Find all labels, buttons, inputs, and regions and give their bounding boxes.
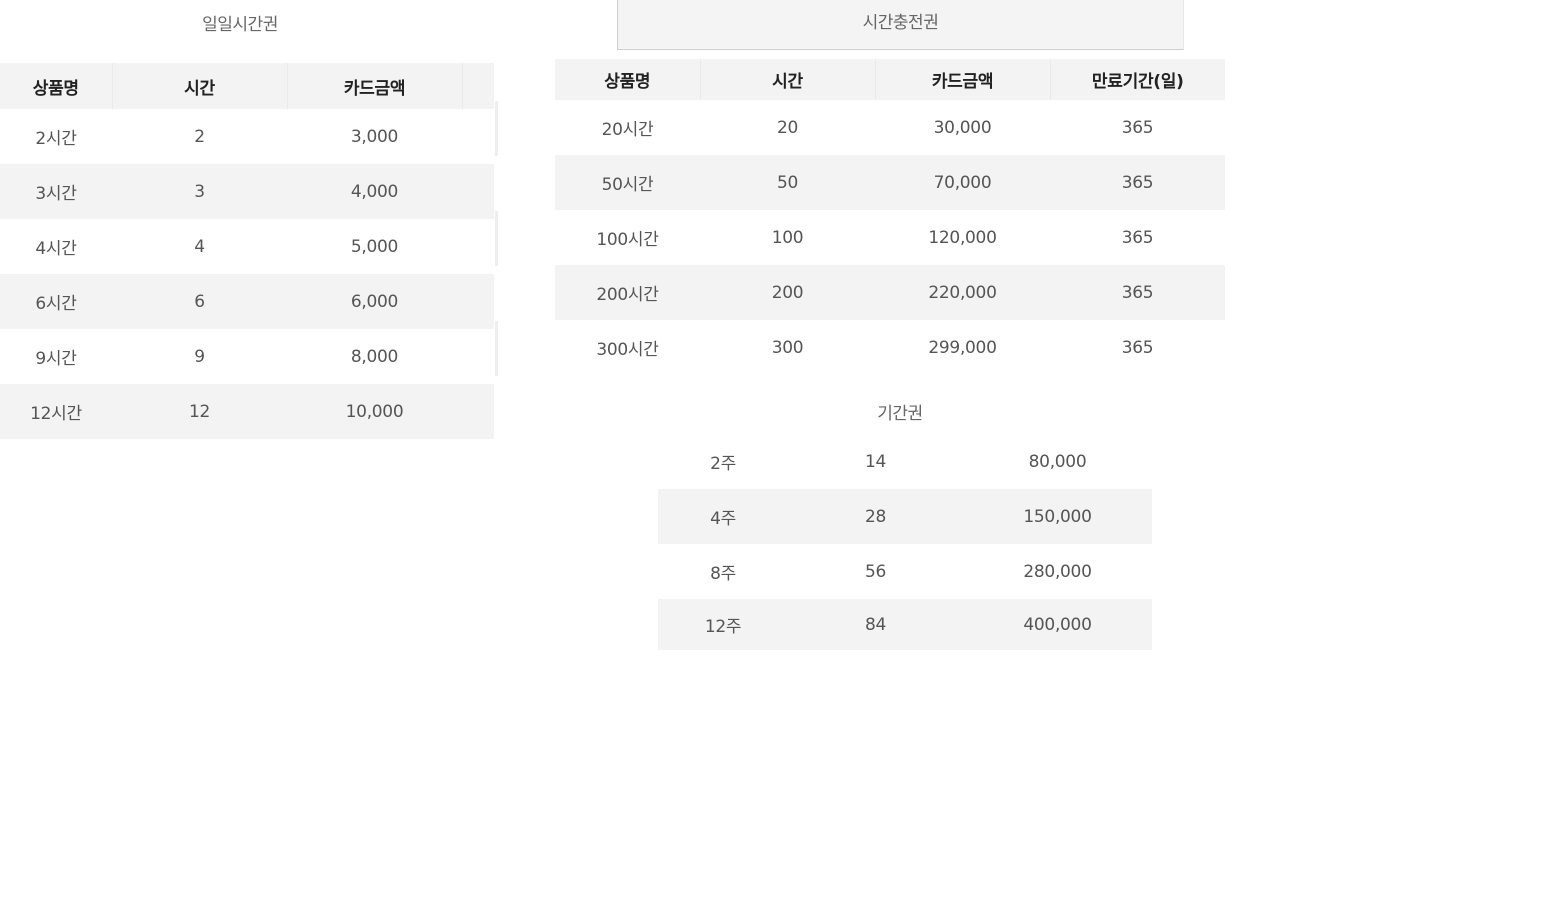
cell-time: 6 — [112, 274, 287, 329]
table-row: 6시간 6 6,000 — [0, 274, 494, 329]
cell-days: 56 — [864, 561, 887, 582]
column-header-product: 상품명 — [0, 63, 113, 109]
cell-card-price: 220,000 — [875, 265, 1050, 320]
cell-time: 100 — [771, 227, 804, 248]
cell-time: 300 — [771, 337, 804, 358]
cell-spacer — [462, 329, 494, 384]
cell-time: 4 — [194, 236, 205, 257]
cell-card-price: 4,000 — [287, 164, 462, 219]
cell-product: 300시간 — [596, 340, 659, 360]
cell-spacer — [462, 219, 494, 274]
cell-spacer — [462, 109, 494, 164]
cell-product: 3시간 — [0, 164, 112, 219]
tab-time-charge-pass[interactable]: 시간충전권 — [617, 0, 1184, 50]
daily-pass-title: 일일시간권 — [202, 15, 278, 35]
cell-expiry-days: 365 — [1050, 265, 1225, 320]
cell-product: 12주 — [658, 599, 788, 650]
cell-card-price: 70,000 — [875, 155, 1050, 210]
period-pass-title: 기간권 — [877, 404, 923, 424]
cell-expiry-days: 365 — [1121, 117, 1154, 138]
column-header-card-price: 카드금액 — [875, 59, 1051, 100]
cell-product: 200시간 — [555, 265, 700, 320]
table-row: 4시간 4 5,000 — [0, 219, 494, 274]
cell-product: 100시간 — [596, 230, 659, 250]
cell-days: 84 — [788, 599, 963, 650]
cell-time: 50 — [700, 155, 875, 210]
cell-product: 20시간 — [601, 120, 654, 140]
cell-card-price: 3,000 — [350, 126, 399, 147]
cell-card-price: 80,000 — [1028, 451, 1087, 472]
cell-time: 3 — [112, 164, 287, 219]
table-edge-divider — [495, 321, 498, 376]
table-row: 9시간 9 8,000 — [0, 329, 494, 384]
cell-product: 8주 — [710, 564, 736, 584]
table-row: 50시간 50 70,000 365 — [555, 155, 1225, 210]
table-row: 100시간 100 120,000 365 — [555, 210, 1225, 265]
cell-card-price: 30,000 — [933, 117, 992, 138]
cell-product: 2시간 — [35, 129, 77, 149]
cell-time: 12 — [112, 384, 287, 439]
table-row: 8주 56 280,000 — [658, 544, 1152, 599]
cell-card-price: 299,000 — [928, 337, 997, 358]
cell-time: 2 — [194, 126, 205, 147]
cell-expiry-days: 365 — [1121, 227, 1154, 248]
period-pass-table: 2주 14 80,000 4주 28 150,000 8주 56 280,000… — [658, 434, 1152, 650]
table-header-row: 상품명 시간 카드금액 만료기간(일) — [555, 59, 1225, 100]
cell-card-price: 280,000 — [1023, 561, 1092, 582]
cell-product: 50시간 — [555, 155, 700, 210]
column-header-time: 시간 — [700, 59, 876, 100]
column-header-expiry-days: 만료기간(일) — [1050, 59, 1225, 100]
cell-spacer — [462, 274, 494, 329]
cell-product: 9시간 — [35, 349, 77, 369]
table-row: 4주 28 150,000 — [658, 489, 1152, 544]
table-row: 200시간 200 220,000 365 — [555, 265, 1225, 320]
table-row: 12시간 12 10,000 — [0, 384, 494, 439]
cell-days: 14 — [864, 451, 887, 472]
cell-card-price: 8,000 — [350, 346, 399, 367]
table-row: 300시간 300 299,000 365 — [555, 320, 1225, 375]
page: 일일시간권 상품명 시간 카드금액 2시간 2 3,000 3시간 3 4,00… — [0, 0, 1541, 901]
table-row: 12주 84 400,000 — [658, 599, 1152, 650]
column-header-product: 상품명 — [555, 59, 701, 100]
table-row: 20시간 20 30,000 365 — [555, 100, 1225, 155]
table-edge-divider — [495, 211, 498, 266]
cell-card-price: 150,000 — [963, 489, 1152, 544]
cell-expiry-days: 365 — [1121, 337, 1154, 358]
cell-card-price: 400,000 — [963, 599, 1152, 650]
table-edge-divider — [495, 101, 498, 156]
table-header-row: 상품명 시간 카드금액 — [0, 63, 494, 109]
cell-spacer — [462, 384, 494, 439]
table-row: 2주 14 80,000 — [658, 434, 1152, 489]
cell-time: 20 — [776, 117, 799, 138]
cell-card-price: 5,000 — [350, 236, 399, 257]
daily-pass-table: 상품명 시간 카드금액 2시간 2 3,000 3시간 3 4,000 4시간 … — [0, 63, 494, 439]
time-charge-pass-table: 상품명 시간 카드금액 만료기간(일) 20시간 20 30,000 365 5… — [555, 59, 1225, 375]
cell-product: 2주 — [710, 454, 736, 474]
cell-card-price: 6,000 — [287, 274, 462, 329]
cell-spacer — [462, 164, 494, 219]
cell-product: 4시간 — [35, 239, 77, 259]
cell-time: 9 — [194, 346, 205, 367]
column-header-card-price: 카드금액 — [287, 63, 463, 109]
table-row: 3시간 3 4,000 — [0, 164, 494, 219]
cell-card-price: 120,000 — [928, 227, 997, 248]
cell-days: 28 — [788, 489, 963, 544]
cell-card-price: 10,000 — [287, 384, 462, 439]
column-header-spacer — [462, 63, 494, 109]
table-row: 2시간 2 3,000 — [0, 109, 494, 164]
cell-expiry-days: 365 — [1050, 155, 1225, 210]
cell-product: 6시간 — [0, 274, 112, 329]
cell-time: 200 — [700, 265, 875, 320]
column-header-time: 시간 — [112, 63, 288, 109]
cell-product: 4주 — [658, 489, 788, 544]
cell-product: 12시간 — [0, 384, 112, 439]
